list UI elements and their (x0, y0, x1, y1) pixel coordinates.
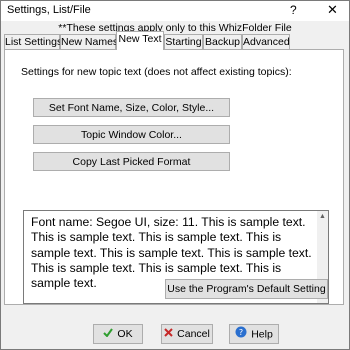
cancel-label: Cancel (177, 327, 210, 340)
help-button[interactable]: ? Help (229, 324, 279, 344)
tab-backup[interactable]: Backup (203, 34, 242, 50)
tab-new-names[interactable]: New Names (60, 34, 118, 50)
ok-button[interactable]: OK (93, 324, 143, 344)
scope-note: **These settings apply only to this Whiz… (58, 22, 292, 34)
help-title-button[interactable]: ? (290, 3, 297, 17)
panel-description: Settings for new topic text (does not af… (21, 66, 292, 78)
question-circle-icon: ? (235, 326, 247, 343)
check-icon (103, 326, 114, 342)
default-setting-button[interactable]: Use the Program's Default Setting (165, 279, 328, 299)
title-bar: Settings, List/File ? ✕ (1, 1, 349, 21)
copy-last-format-button[interactable]: Copy Last Picked Format (33, 152, 230, 171)
tab-new-text[interactable]: New Text (116, 31, 164, 50)
new-text-panel: Settings for new topic text (does not af… (4, 49, 344, 305)
settings-dialog: Settings, List/File ? ✕ **These settings… (0, 0, 350, 350)
arrow-up-icon[interactable]: ▲ (317, 211, 328, 222)
ok-label: OK (117, 327, 133, 340)
close-button[interactable]: ✕ (327, 2, 338, 18)
help-label: Help (251, 327, 273, 340)
tab-advanced[interactable]: Advanced (242, 34, 290, 50)
topic-window-color-button[interactable]: Topic Window Color... (33, 125, 230, 144)
tab-list-settings[interactable]: List Settings (4, 34, 62, 50)
window-title: Settings, List/File (7, 4, 91, 16)
svg-text:?: ? (239, 328, 243, 337)
cancel-button[interactable]: Cancel (161, 324, 213, 344)
dialog-footer: OK Cancel ? Help (1, 317, 349, 349)
x-icon (164, 326, 173, 342)
set-font-button[interactable]: Set Font Name, Size, Color, Style... (33, 98, 230, 117)
tab-starting[interactable]: Starting (164, 34, 203, 50)
